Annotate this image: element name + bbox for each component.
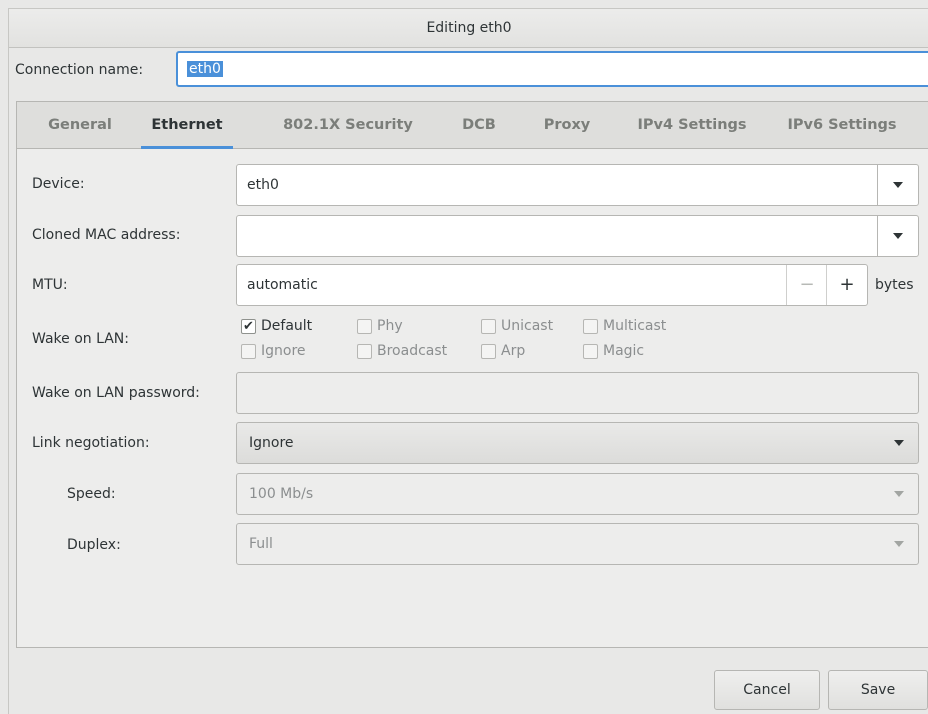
caret-down-icon: [894, 491, 904, 497]
checkbox-icon: [481, 318, 496, 334]
duplex-value: Full: [249, 536, 273, 552]
cancel-button[interactable]: Cancel: [714, 670, 820, 710]
tab-dcb[interactable]: DCB: [453, 102, 505, 148]
wol-multicast-checkbox[interactable]: Multicast: [583, 318, 666, 334]
link-negotiation-combo[interactable]: Ignore: [236, 422, 919, 464]
mtu-increment-button[interactable]: +: [826, 265, 867, 305]
connection-name-input[interactable]: eth0: [176, 51, 928, 87]
duplex-label: Duplex:: [67, 537, 121, 553]
window-title: Editing eth0: [9, 9, 928, 48]
wake-on-lan-label: Wake on LAN:: [32, 331, 129, 347]
tab-ipv6-settings[interactable]: IPv6 Settings: [777, 102, 907, 148]
tab-general[interactable]: General: [37, 102, 123, 148]
checkbox-icon: [583, 318, 598, 334]
wol-arp-checkbox[interactable]: Arp: [481, 343, 525, 359]
wol-password-input[interactable]: [236, 372, 919, 414]
wol-magic-label: Magic: [603, 343, 645, 359]
device-value: eth0: [247, 177, 279, 193]
device-combo[interactable]: eth0: [236, 164, 919, 206]
wol-multicast-label: Multicast: [603, 318, 667, 334]
wol-unicast-checkbox[interactable]: Unicast: [481, 318, 553, 334]
wol-broadcast-checkbox[interactable]: Broadcast: [357, 343, 447, 359]
wol-default-checkbox[interactable]: ✔ Default: [241, 318, 312, 334]
tab-proxy[interactable]: Proxy: [537, 102, 597, 148]
wol-arp-label: Arp: [501, 343, 526, 359]
wol-password-label: Wake on LAN password:: [32, 385, 200, 401]
wol-unicast-label: Unicast: [501, 318, 554, 334]
caret-down-icon: [893, 182, 903, 188]
caret-down-icon: [893, 233, 903, 239]
speed-label: Speed:: [67, 486, 116, 502]
caret-down-icon: [894, 440, 904, 446]
wol-ignore-checkbox[interactable]: Ignore: [241, 343, 306, 359]
checkbox-icon: [583, 343, 598, 359]
wol-phy-checkbox[interactable]: Phy: [357, 318, 403, 334]
link-negotiation-value: Ignore: [249, 435, 294, 451]
checkbox-icon: [357, 343, 372, 359]
connection-name-value: eth0: [187, 61, 223, 77]
wol-default-label: Default: [261, 318, 313, 334]
device-label: Device:: [32, 176, 85, 192]
wol-broadcast-label: Broadcast: [377, 343, 448, 359]
tab-ipv4-settings[interactable]: IPv4 Settings: [629, 102, 755, 148]
checkbox-icon: [241, 343, 256, 359]
save-button[interactable]: Save: [828, 670, 928, 710]
mtu-decrement-button[interactable]: −: [786, 265, 827, 305]
dialog-window: Editing eth0 Connection name: eth0 Gener…: [8, 8, 928, 714]
duplex-combo[interactable]: Full: [236, 523, 919, 565]
mtu-value: automatic: [247, 277, 318, 293]
speed-value: 100 Mb/s: [249, 486, 314, 502]
cloned-mac-dropdown-button[interactable]: [877, 216, 918, 256]
wol-phy-label: Phy: [377, 318, 403, 334]
link-negotiation-label: Link negotiation:: [32, 435, 150, 451]
mtu-spinbutton[interactable]: automatic − +: [236, 264, 868, 306]
cloned-mac-label: Cloned MAC address:: [32, 227, 181, 243]
checkbox-icon: [481, 343, 496, 359]
tab-8021x-security[interactable]: 802.1X Security: [273, 102, 423, 148]
cloned-mac-combo[interactable]: [236, 215, 919, 257]
connection-name-label: Connection name:: [15, 62, 144, 78]
wol-magic-checkbox[interactable]: Magic: [583, 343, 644, 359]
checkbox-icon: [357, 318, 372, 334]
wol-ignore-label: Ignore: [261, 343, 306, 359]
caret-down-icon: [894, 541, 904, 547]
mtu-label: MTU:: [32, 277, 68, 293]
device-dropdown-button[interactable]: [877, 165, 918, 205]
mtu-unit-label: bytes: [875, 277, 914, 293]
speed-combo[interactable]: 100 Mb/s: [236, 473, 919, 515]
tab-ethernet[interactable]: Ethernet: [141, 102, 233, 149]
tab-bar: General Ethernet 802.1X Security DCB Pro…: [17, 102, 928, 149]
check-icon: ✔: [241, 318, 256, 334]
